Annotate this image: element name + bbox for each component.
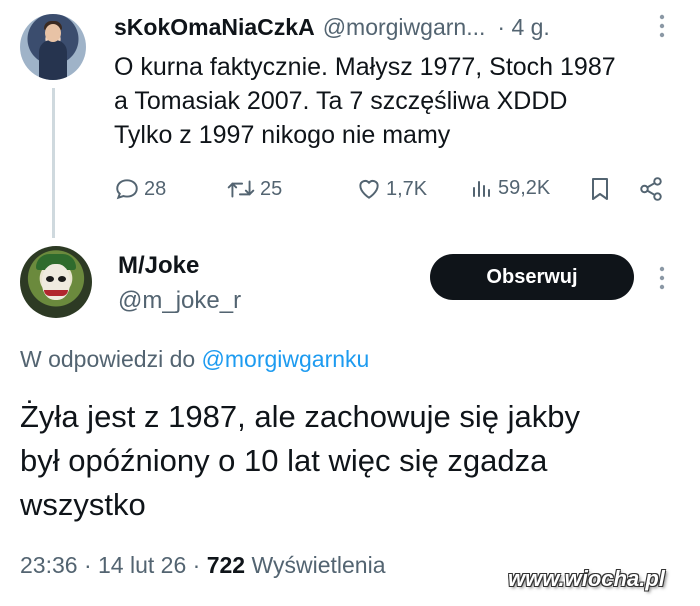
avatar-figure [39, 40, 67, 80]
tweet2-time[interactable]: 23:36 [20, 552, 78, 578]
tweet2-views-count: 722 [206, 552, 246, 578]
tweet1-text-line: Tylko z 1997 nikogo nie mamy [114, 121, 451, 149]
avatar-smile [44, 290, 68, 296]
tweet2-author-handle[interactable]: @m_joke_r [118, 287, 241, 315]
bookmark-button[interactable] [588, 176, 612, 202]
tweet2-views-label: Wyświetlenia [251, 552, 386, 578]
tweet1-text: O kurna faktycznie. Małysz 1977, Stoch 1… [114, 50, 694, 152]
like-count: 1,7K [386, 177, 428, 200]
tweet1-time[interactable]: · 4 g. [497, 14, 549, 41]
avatar-eye [46, 276, 54, 282]
views-icon [470, 176, 494, 200]
avatar-head [45, 24, 61, 42]
retweet-button[interactable]: 25 [226, 176, 282, 202]
reply-mention-link[interactable]: @morgiwgarnku [202, 346, 370, 372]
follow-button[interactable]: Obserwuj [430, 254, 634, 300]
tweet1-author-handle[interactable]: @morgiwgarn... [323, 14, 486, 41]
tweet1-text-line: O kurna faktycznie. Małysz 1977, Stoch 1… [114, 53, 616, 81]
tweet2-text-line: Żyła jest z 1987, ale zachowuje się jakb… [20, 399, 581, 434]
more-vertical-icon[interactable] [656, 266, 668, 290]
reply-count: 28 [144, 177, 167, 200]
reply-context: W odpowiedzi do @morgiwgarnku [20, 346, 369, 373]
bookmark-icon [588, 176, 612, 202]
tweet1-separator: · [497, 14, 506, 40]
tweet1-action-bar: 28 25 1,7K 59,2K [114, 176, 674, 208]
tweet1-time-value[interactable]: 4 g. [511, 14, 549, 40]
retweet-icon [226, 176, 256, 202]
tweet2-date[interactable]: 14 lut 26 [98, 552, 186, 578]
meta-separator: · [83, 552, 92, 578]
tweet1-text-line: a Tomasiak 2007. Ta 7 szczęśliwa XDDD [114, 87, 568, 115]
views-button[interactable]: 59,2K [470, 176, 550, 200]
reply-icon [114, 176, 140, 202]
tweet1-author-name[interactable]: sKokOmaNiaCzkA [114, 14, 315, 41]
avatar-m-joke[interactable] [20, 246, 92, 318]
like-button[interactable]: 1,7K [356, 176, 427, 202]
share-icon [638, 176, 664, 202]
watermark: www.wiocha.pl [508, 566, 665, 591]
tweet2-text-line: wszystko [20, 487, 146, 522]
views-count: 59,2K [498, 176, 551, 199]
tweet2-text: Żyła jest z 1987, ale zachowuje się jakb… [20, 395, 680, 527]
meta-separator: · [192, 552, 201, 578]
tweet1-header: sKokOmaNiaCzkA @morgiwgarn... · 4 g. [114, 14, 550, 41]
tweet2-text-line: był opóźniony o 10 lat więc się zgadza [20, 443, 548, 478]
tweet2-author-name[interactable]: M/Joke [118, 252, 199, 280]
reply-button[interactable]: 28 [114, 176, 166, 202]
reply-prefix: W odpowiedzi do [20, 346, 196, 372]
more-vertical-icon[interactable] [656, 14, 668, 38]
thread-line [52, 88, 55, 238]
retweet-count: 25 [260, 177, 283, 200]
tweet2-meta: 23:36 · 14 lut 26 · 722 Wyświetlenia [20, 552, 386, 579]
share-button[interactable] [638, 176, 664, 202]
avatar-skokomaniaczka[interactable] [20, 14, 86, 80]
avatar-eye [58, 276, 66, 282]
like-icon [356, 176, 382, 202]
